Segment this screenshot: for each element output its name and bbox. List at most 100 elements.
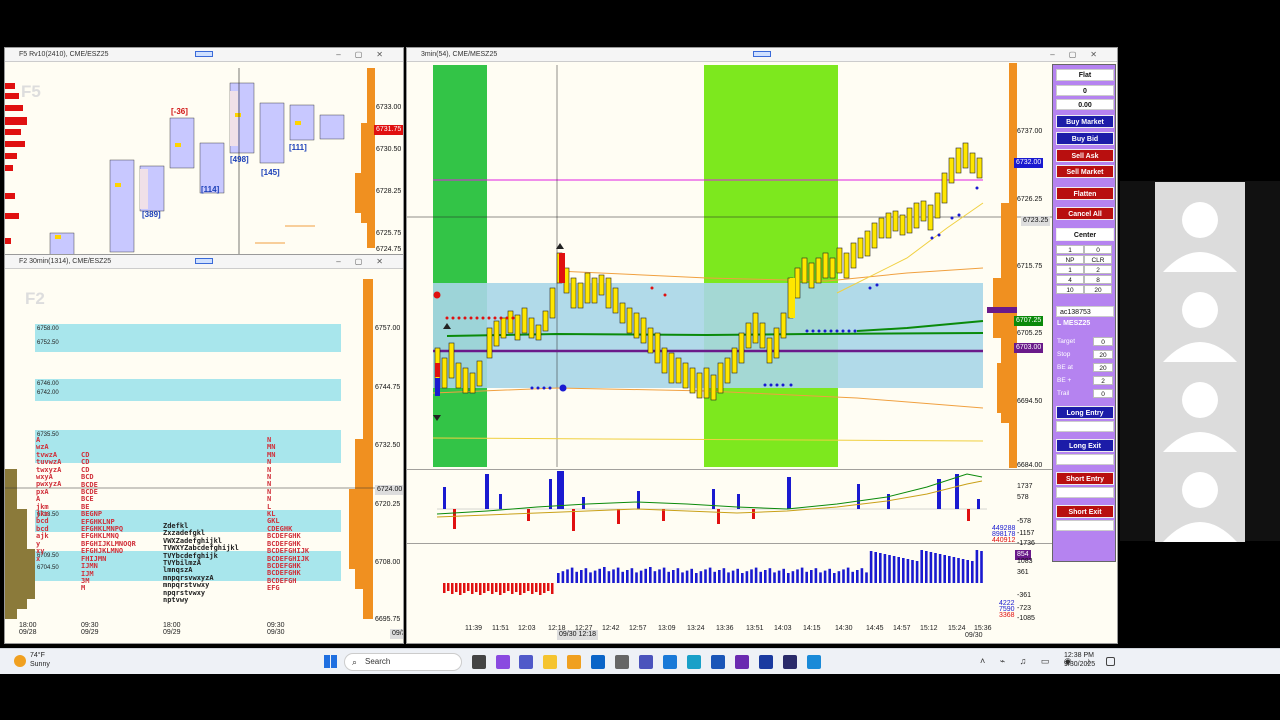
cumulative-bar [718,570,721,583]
short-entry-select[interactable] [1056,487,1114,498]
cumulative-bar [814,568,818,583]
f5-titlebar[interactable]: F5 Rv10(2410), CME/ESZ25 –▢✕ [5,48,403,62]
f5-chart-window[interactable]: F5 Rv10(2410), CME/ESZ25 –▢✕ F5 [-36] [49… [4,47,404,257]
weather-temp[interactable]: 74°F [30,652,45,659]
main-time-label: 14:03 [774,625,792,632]
cumulative-bar [888,555,891,583]
center-button[interactable]: Center [1056,228,1114,241]
cumulative-bar [777,570,781,583]
short-exit-select[interactable] [1056,520,1114,531]
visual-studio-icon[interactable] [735,655,749,669]
clock-time[interactable]: 12:38 PM [1064,652,1094,659]
main-time-label: 14:15 [803,625,821,632]
f2-chart-window[interactable]: F2 30min(1314), CME/ESZ25 –▢✕ F2 6758.00 6… [4,254,404,644]
participant-tile[interactable] [1155,362,1245,452]
main-titlebar[interactable]: 3min(54), CME/MESZ25 –▢✕ [407,48,1117,62]
f5-price-label: 6724.75 [376,246,402,253]
cumulative-bar [842,569,845,583]
terminal-icon[interactable] [783,655,797,669]
target-input[interactable]: 0 [1093,337,1113,346]
drag-handle-icon[interactable] [195,258,213,264]
sell-ask-button[interactable]: Sell Ask [1056,149,1114,162]
qty-4-button[interactable]: 4 [1056,275,1084,284]
window-controls[interactable]: –▢✕ [336,255,397,269]
file-explorer-icon[interactable] [543,655,557,669]
short-entry-button[interactable]: Short Entry [1056,472,1114,485]
main-time-label: 14:45 [866,625,884,632]
short-exit-button[interactable]: Short Exit [1056,505,1114,518]
teams-work-icon[interactable] [639,655,653,669]
long-entry-select[interactable] [1056,421,1114,432]
cumulative-bar [644,568,647,583]
f2-price-label: 6708.00 [375,559,401,566]
f5-delta-label: [111] [289,143,307,152]
store-icon[interactable] [567,655,581,669]
avatar-icon [1163,292,1237,362]
settings-icon[interactable] [615,655,629,669]
drag-handle-icon[interactable] [195,51,213,57]
qty-input[interactable]: 1 [1056,245,1084,254]
window-controls[interactable]: –▢✕ [1050,48,1111,62]
qty-2-button[interactable]: 2 [1084,265,1112,274]
main-price-chart [407,65,1052,467]
participant-tile[interactable] [1155,182,1245,272]
clock-date[interactable]: 9/30/2025 [1064,661,1095,668]
cumulative-bar [971,561,974,583]
sell-market-button[interactable]: Sell Market [1056,165,1114,178]
cumulative-axis-label: -723 [1017,605,1032,612]
flatten-button[interactable]: Flatten [1056,187,1114,200]
stop-input[interactable]: 20 [1093,350,1113,359]
cumulative-bar [551,583,554,594]
trading-app-icon[interactable] [759,655,773,669]
cumulative-bar [616,567,620,583]
copilot-icon[interactable] [496,655,510,669]
cumulative-bar [736,568,739,583]
long-exit-button[interactable]: Long Exit [1056,439,1114,452]
delta-axis-label: -578 [1017,518,1032,525]
qty-8-button[interactable]: 8 [1084,275,1112,284]
be-at-input[interactable]: 20 [1093,363,1113,372]
participant-tile[interactable] [1155,272,1245,362]
windows-start-icon[interactable] [324,655,337,668]
main-time-label: 11:39 [465,625,482,632]
f2-titlebar[interactable]: F2 30min(1314), CME/ESZ25 –▢✕ [5,255,403,269]
qty-10-button[interactable]: 10 [1056,285,1084,294]
participant-tile[interactable] [1155,452,1245,542]
main-volume-profile [987,63,1017,468]
long-exit-select[interactable] [1056,454,1114,465]
f5-delta-label: [145] [261,168,280,177]
buy-market-button[interactable]: Buy Market [1056,115,1114,128]
be-plus-input[interactable]: 2 [1093,376,1113,385]
word-icon[interactable] [711,655,725,669]
teams-icon[interactable] [519,655,533,669]
cancel-all-button[interactable]: Cancel All [1056,207,1114,220]
edge-icon[interactable] [687,655,701,669]
cumulative-bar [874,552,877,583]
window-controls[interactable]: –▢✕ [336,48,397,62]
qty-1-button[interactable]: 1 [1056,265,1084,274]
buy-bid-button[interactable]: Buy Bid [1056,132,1114,145]
account-select[interactable]: ac138753 [1056,306,1114,317]
drag-handle-icon[interactable] [753,51,771,57]
clr-button[interactable]: CLR [1084,255,1112,264]
search-box[interactable]: ⌕ Search [344,653,462,671]
f5-price-label: 6730.50 [376,146,402,153]
cumulative-bar [846,567,850,583]
cumulative-bar [557,573,560,583]
cumulative-bar [539,583,542,595]
np-button[interactable]: NP [1056,255,1084,264]
mail-icon[interactable] [663,655,677,669]
cumulative-bar [980,551,983,583]
cumulative-bar [495,583,498,592]
notification-icon[interactable] [1106,657,1115,666]
cumulative-bar [952,557,956,583]
cumulative-bar [507,583,510,591]
main-chart-window[interactable]: 3min(54), CME/MESZ25 –▢✕ 6737.00 6732.00… [406,47,1118,644]
long-entry-button[interactable]: Long Entry [1056,406,1114,419]
cumulative-bar [727,572,730,583]
remote-icon[interactable] [807,655,821,669]
outlook-icon[interactable] [591,655,605,669]
qty-20-button[interactable]: 20 [1084,285,1112,294]
task-view-icon[interactable] [472,655,486,669]
trail-input[interactable]: 0 [1093,389,1113,398]
